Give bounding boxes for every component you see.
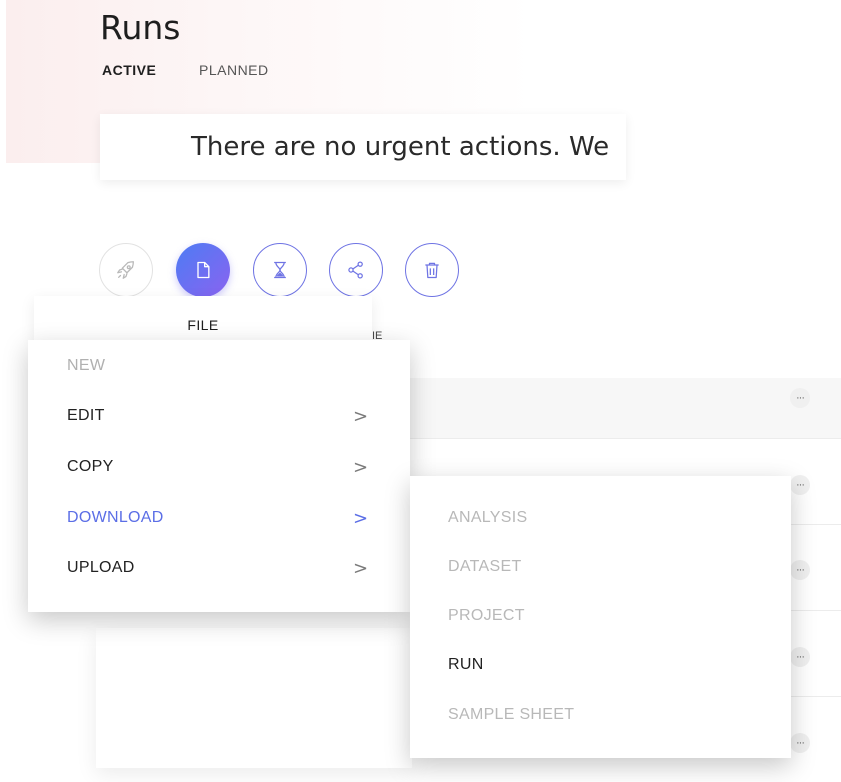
- menu-item-copy[interactable]: COPY >: [28, 447, 410, 487]
- menu-item-label: UPLOAD: [67, 559, 135, 576]
- more-horizontal-icon[interactable]: ···: [790, 733, 810, 753]
- submenu-item-label: PROJECT: [448, 607, 525, 624]
- chevron-right-icon: >: [353, 406, 369, 427]
- menu-item-upload[interactable]: UPLOAD >: [28, 548, 410, 588]
- menu-backdrop-panel: [96, 628, 412, 768]
- alert-banner: There are no urgent actions. We: [100, 114, 626, 180]
- chevron-right-icon: >: [353, 457, 369, 478]
- menu-item-label: EDIT: [67, 407, 105, 424]
- submenu-item-label: SAMPLE SHEET: [448, 706, 575, 723]
- tab-active[interactable]: ACTIVE: [102, 62, 156, 78]
- share-icon: [348, 261, 363, 279]
- page-title: Runs: [100, 8, 181, 47]
- download-submenu: ANALYSIS DATASET PROJECT RUN SAMPLE SHEE…: [410, 476, 791, 758]
- file-tooltip: FILE: [34, 296, 372, 342]
- more-horizontal-icon[interactable]: ···: [790, 560, 810, 580]
- submenu-item-sample-sheet: SAMPLE SHEET: [410, 695, 791, 735]
- tab-planned[interactable]: PLANNED: [199, 62, 269, 78]
- more-horizontal-icon[interactable]: ···: [790, 647, 810, 667]
- rocket-icon: [117, 261, 134, 279]
- banner-text: There are no urgent actions. We: [191, 132, 610, 162]
- chevron-right-icon: >: [353, 508, 369, 529]
- file-tooltip-label: FILE: [187, 317, 219, 333]
- menu-item-label: NEW: [67, 357, 106, 374]
- submenu-item-run[interactable]: RUN: [410, 645, 791, 685]
- submenu-item-analysis: ANALYSIS: [410, 498, 791, 538]
- trash-icon: [425, 262, 439, 279]
- file-menu: NEW EDIT > COPY > DOWNLOAD > UPLOAD >: [28, 340, 410, 612]
- submenu-item-project: PROJECT: [410, 596, 791, 636]
- launch-button[interactable]: [99, 243, 153, 297]
- list-row-divider: [400, 438, 841, 439]
- hourglass-icon: [274, 261, 286, 279]
- list-row-highlight: [400, 378, 841, 438]
- menu-item-label: DOWNLOAD: [67, 509, 164, 526]
- submenu-item-label: RUN: [448, 656, 484, 673]
- menu-item-download[interactable]: DOWNLOAD >: [28, 498, 410, 538]
- share-button[interactable]: [329, 243, 383, 297]
- menu-item-new: NEW: [28, 346, 410, 386]
- menu-item-edit[interactable]: EDIT >: [28, 396, 410, 436]
- menu-item-label: COPY: [67, 458, 114, 475]
- submenu-item-dataset: DATASET: [410, 547, 791, 587]
- file-icon: [197, 261, 210, 279]
- chevron-right-icon: >: [353, 558, 369, 579]
- delete-button[interactable]: [405, 243, 459, 297]
- submenu-item-label: ANALYSIS: [448, 509, 528, 526]
- schedule-button[interactable]: [253, 243, 307, 297]
- file-button[interactable]: [176, 243, 230, 297]
- more-horizontal-icon[interactable]: ···: [790, 388, 810, 408]
- more-horizontal-icon[interactable]: ···: [790, 475, 810, 495]
- submenu-item-label: DATASET: [448, 558, 522, 575]
